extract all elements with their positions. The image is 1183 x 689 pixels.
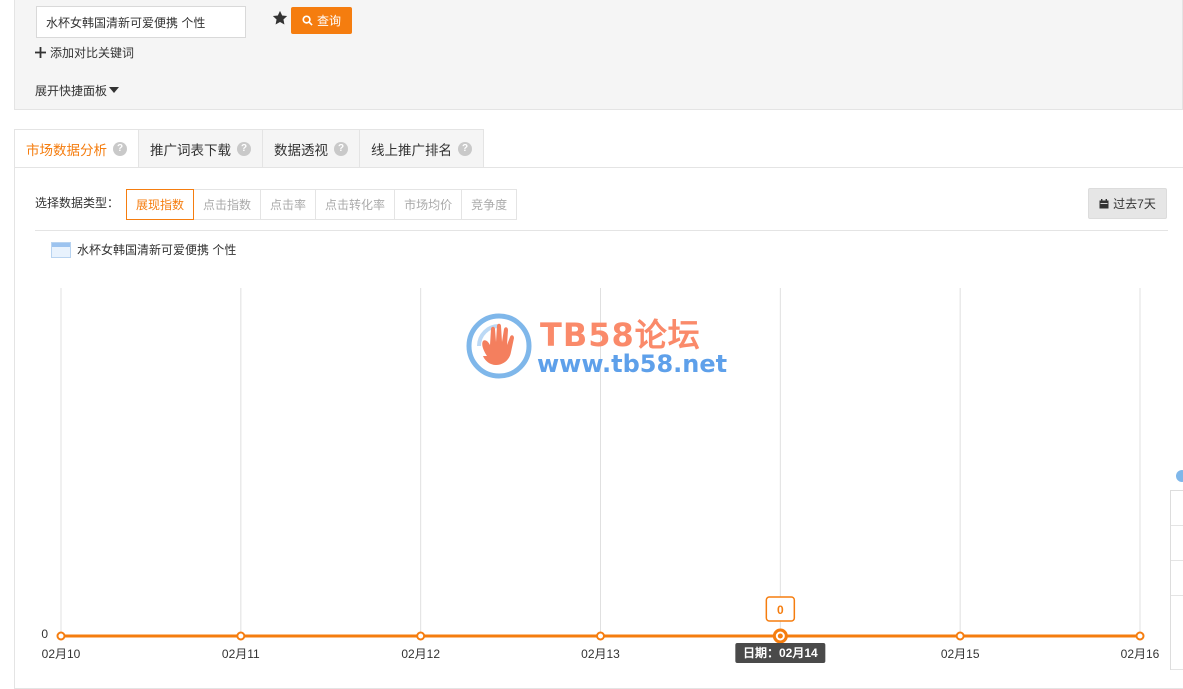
expand-panel-label: 展开快捷面板 [35, 84, 108, 98]
calendar-icon [1099, 198, 1109, 208]
watermark: TB58论坛 www.tb58.net [465, 310, 728, 382]
plus-icon [35, 47, 46, 58]
date-range-label: 过去7天 [1113, 197, 1156, 211]
legend-series-name: 水杯女韩国清新可爱便携 个性 [77, 243, 237, 257]
side-toolbar[interactable] [1170, 490, 1183, 670]
add-compare-keyword[interactable]: 添加对比关键词 [35, 44, 134, 61]
keyword-input[interactable] [36, 6, 246, 38]
help-icon[interactable]: ? [113, 142, 127, 156]
search-icon [302, 15, 313, 26]
data-type-ctr[interactable]: 点击率 [261, 189, 317, 220]
help-icon[interactable]: ? [237, 141, 251, 156]
add-compare-label: 添加对比关键词 [50, 46, 135, 60]
legend-swatch [51, 241, 71, 258]
tab-label: 数据透视 [274, 142, 328, 158]
tab-data-pivot[interactable]: 数据透视 ? [263, 129, 360, 168]
data-type-click-index[interactable]: 点击指数 [194, 189, 262, 220]
data-type-conversion-rate[interactable]: 点击转化率 [316, 189, 396, 220]
expand-quick-panel[interactable]: 展开快捷面板 [35, 82, 120, 99]
tab-bar: 市场数据分析 ? 推广词表下载 ? 数据透视 ? 线上推广排名 ? [14, 129, 484, 169]
tab-keyword-download[interactable]: 推广词表下载 ? [139, 129, 263, 168]
search-button[interactable]: 查询 [291, 7, 352, 34]
data-type-impression-index[interactable]: 展现指数 [126, 189, 195, 220]
page: 查询 添加对比关键词 展开快捷面板 市场数据分析 ? 推广词表下载 ? 数据透视 [0, 0, 1183, 689]
tab-label: 线上推广排名 [371, 142, 452, 158]
search-panel: 查询 添加对比关键词 展开快捷面板 [14, 0, 1183, 110]
date-range-button[interactable]: 过去7天 [1088, 188, 1167, 219]
divider [35, 230, 1168, 231]
tab-label: 推广词表下载 [150, 142, 231, 158]
help-icon[interactable]: ? [334, 141, 348, 156]
data-type-competition[interactable]: 竞争度 [462, 189, 518, 220]
tab-label: 市场数据分析 [26, 143, 107, 158]
tab-online-ranking[interactable]: 线上推广排名 ? [360, 129, 484, 168]
watermark-url: www.tb58.net [537, 350, 728, 378]
hand-logo-icon [466, 313, 532, 379]
market-analysis-panel: 选择数据类型： 展现指数 点击指数 点击率 点击转化率 市场均价 竞争度 过去7… [14, 167, 1183, 689]
tab-market-analysis[interactable]: 市场数据分析 ? [14, 129, 139, 169]
data-type-selector: 展现指数 点击指数 点击率 点击转化率 市场均价 竞争度 [126, 189, 518, 220]
data-type-avg-price[interactable]: 市场均价 [395, 189, 463, 220]
help-icon[interactable]: ? [458, 141, 472, 156]
search-button-label: 查询 [316, 14, 341, 28]
star-icon[interactable] [271, 9, 289, 27]
chart-legend[interactable]: 水杯女韩国清新可爱便携 个性 [51, 241, 236, 258]
data-type-label: 选择数据类型： [35, 196, 120, 210]
caret-down-icon [109, 87, 120, 93]
side-bubble-icon[interactable] [1176, 470, 1183, 482]
